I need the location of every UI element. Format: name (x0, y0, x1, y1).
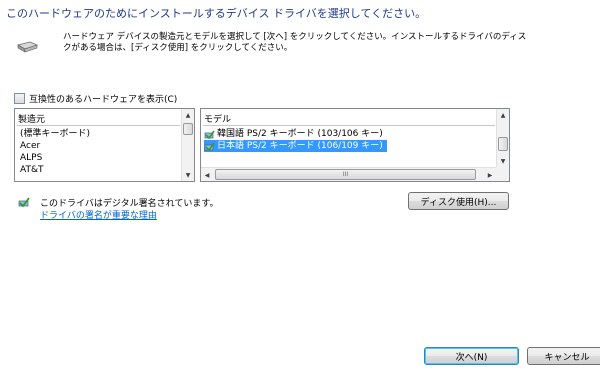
scroll-corner (496, 167, 509, 181)
manufacturer-item[interactable]: ALPS (20, 152, 90, 164)
have-disk-button[interactable]: ディスク使用(H)... (408, 192, 509, 210)
manufacturer-item[interactable]: AT&T (20, 164, 90, 176)
page-heading: このハードウェアのためにインストールするデバイス ドライバを選択してください。 (6, 7, 427, 20)
compatible-hardware-checkbox[interactable]: 互換性のあるハードウェアを表示(C) (14, 92, 177, 105)
next-button[interactable]: 次へ(N) (424, 347, 519, 365)
signed-driver-icon (204, 130, 215, 139)
up-arrow-icon[interactable]: ▲ (497, 109, 509, 121)
manufacturer-item[interactable]: (標準キーボード) (20, 128, 90, 140)
manufacturer-scrollbar[interactable]: ▲ ▼ (181, 109, 194, 181)
model-header: モデル (204, 115, 232, 125)
manufacturer-header: 製造元 (18, 115, 46, 125)
up-arrow-icon[interactable]: ▲ (182, 109, 194, 121)
instruction-text: ハードウェア デバイスの製造元とモデルを選択して [次へ] をクリックしてくださ… (63, 32, 527, 53)
model-item-japanese[interactable]: 日本語 PS/2 キーボード (106/109 キー) (204, 140, 387, 152)
model-horizontal-scrollbar[interactable]: ◀ III ▶ (201, 167, 496, 181)
cancel-button[interactable]: キャンセル (527, 347, 600, 365)
hscroll-thumb[interactable]: III (215, 169, 476, 180)
manufacturer-list[interactable]: 製造元 (標準キーボード) Acer ALPS AT&T ▲ ▼ (14, 108, 195, 182)
model-vertical-scrollbar[interactable]: ▲ ▼ (496, 109, 509, 167)
checkbox-box[interactable] (14, 93, 25, 104)
right-arrow-icon[interactable]: ▶ (484, 169, 496, 181)
signed-driver-icon (18, 197, 30, 208)
header-divider (17, 125, 180, 126)
signature-info-link[interactable]: ドライバの署名が重要な理由 (40, 208, 157, 221)
model-item-label: 韓国語 PS/2 キーボード (103/106 キー) (217, 129, 383, 139)
manufacturer-item[interactable]: Acer (20, 140, 90, 152)
left-arrow-icon[interactable]: ◀ (201, 169, 213, 181)
keyboard-device-icon (16, 41, 38, 53)
model-item-label: 日本語 PS/2 キーボード (106/109 キー) (217, 141, 383, 151)
model-item-korean[interactable]: 韓国語 PS/2 キーボード (103/106 キー) (204, 128, 387, 140)
scroll-thumb[interactable] (183, 123, 193, 135)
model-list[interactable]: モデル 韓国語 PS/2 キーボード (103/106 キー) 日本語 PS/2… (200, 108, 510, 182)
down-arrow-icon[interactable]: ▼ (182, 169, 194, 181)
signed-driver-icon (204, 142, 215, 151)
header-divider (203, 125, 495, 126)
checkbox-label: 互換性のあるハードウェアを表示(C) (29, 95, 178, 105)
scroll-thumb[interactable] (498, 137, 508, 151)
down-arrow-icon[interactable]: ▼ (497, 155, 509, 167)
